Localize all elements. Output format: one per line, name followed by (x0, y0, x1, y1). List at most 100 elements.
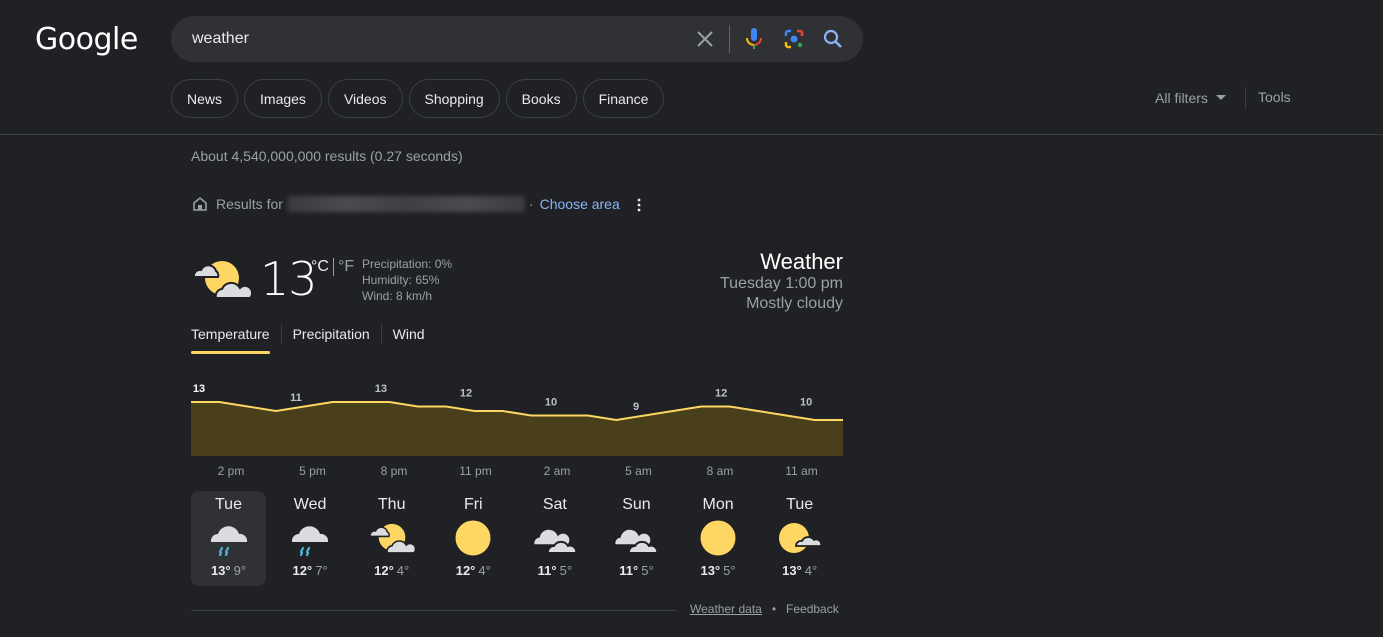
weather-data-link[interactable]: Weather data (690, 602, 762, 616)
sunny-icon (449, 516, 497, 560)
low-temp: 4° (478, 563, 491, 578)
day-name: Mon (702, 496, 734, 513)
low-temp: 4° (396, 563, 410, 578)
weather-condition: Mostly cloudy (746, 295, 843, 312)
precipitation-text: Precipitation: 0% (362, 257, 453, 271)
location-bar: Results for · Choose area (192, 196, 620, 212)
forecast-day[interactable]: Fri 12° 4° (436, 491, 511, 586)
tools-button[interactable]: Tools (1258, 89, 1291, 105)
tab-precipitation[interactable]: Precipitation (293, 326, 370, 351)
partly-cloudy-icon (192, 261, 252, 299)
weather-datetime: Tuesday 1:00 pm (719, 275, 843, 292)
location-separator: · (528, 196, 534, 212)
weather-header: Weather Tuesday 1:00 pm Mostly cloudy (720, 250, 843, 314)
forecast-day[interactable]: Sun 11° 5° (599, 491, 674, 586)
lens-icon[interactable] (782, 27, 806, 51)
temperature-chart[interactable]: 13 11 13 12 10 9 12 10 (191, 378, 843, 456)
high-temp: 13° (782, 563, 802, 578)
result-stats: About 4,540,000,000 results (0.27 second… (191, 148, 463, 164)
cloudy-icon (531, 516, 579, 560)
chart-tick-label: 2 pm (217, 464, 245, 478)
high-temp: 12° (292, 563, 313, 578)
choose-area-link[interactable]: Choose area (540, 196, 620, 212)
chip-books[interactable]: Books (505, 79, 577, 118)
chart-data-label: 12 (715, 388, 727, 400)
chip-images[interactable]: Images (244, 79, 322, 118)
header-divider (0, 134, 1383, 135)
chart-tick-label: 11 pm (459, 464, 492, 478)
home-icon (193, 196, 207, 211)
more-options-icon[interactable] (636, 198, 642, 212)
weather-footer: Weather data • Feedback (690, 602, 839, 616)
high-temp: 11° (537, 563, 557, 578)
chart-tick-label: 5 pm (299, 464, 326, 478)
search-icon[interactable] (821, 27, 845, 51)
forecast-day[interactable]: Wed 12° 7° (273, 491, 348, 586)
search-divider (729, 25, 730, 53)
sunny-icon (694, 516, 742, 560)
rain-icon (205, 516, 253, 560)
forecast-day[interactable]: Mon 13° 5° (681, 491, 756, 586)
chart-data-label: 13 (193, 383, 205, 395)
chart-data-label: 12 (460, 388, 472, 400)
low-temp: 7° (315, 563, 328, 578)
day-name: Sun (622, 496, 651, 513)
forecast-day[interactable]: Thu 12° 4° (354, 491, 429, 586)
high-temp: 12° (455, 563, 476, 578)
weather-details: Precipitation: 0% Humidity: 65% Wind: 8 … (362, 256, 452, 304)
chip-videos[interactable]: Videos (327, 79, 403, 118)
google-logo[interactable]: Google (35, 22, 138, 57)
footer-dot: • (771, 602, 777, 616)
high-temp: 12° (374, 563, 394, 578)
all-filters-button[interactable]: All filters (1155, 90, 1226, 106)
day-name: Fri (463, 496, 483, 513)
tab-separator (280, 324, 282, 344)
chip-shopping[interactable]: Shopping (408, 79, 500, 118)
humidity-text: Humidity: 65% (362, 273, 440, 287)
weather-title: Weather (760, 249, 843, 274)
unit-toggle: °C °F (311, 258, 354, 276)
current-temperature: 13 (260, 252, 318, 306)
chart-data-label: 13 (375, 383, 387, 395)
forecast-day[interactable]: Sat 11° 5° (517, 491, 592, 586)
chart-tick-label: 8 pm (380, 464, 408, 478)
fahrenheit-button[interactable]: °F (338, 258, 354, 276)
low-temp: 5° (559, 563, 573, 578)
high-temp: 13° (210, 563, 231, 578)
low-temp: 5° (641, 563, 654, 578)
day-name: Sat (542, 496, 567, 513)
wind-text: Wind: 8 km/h (362, 289, 433, 303)
chart-data-label: 9 (633, 401, 639, 413)
low-temp: 5° (723, 563, 736, 578)
celsius-button[interactable]: °C (311, 258, 329, 276)
clear-icon[interactable] (693, 27, 717, 51)
daily-forecast: Tue 13° 9° Wed 12° 7° Thu 12° 4° Fri 12° 4° … (191, 491, 844, 586)
chart-data-label: 11 (290, 392, 302, 404)
chart-tick-label: 2 am (543, 464, 571, 478)
high-temp: 13° (700, 563, 721, 578)
filters-divider (1245, 87, 1246, 109)
weather-tabs: Temperature Precipitation Wind (191, 324, 425, 354)
footer-divider (191, 610, 677, 611)
day-name: Wed (293, 496, 327, 513)
tab-wind[interactable]: Wind (393, 326, 425, 351)
mostly-sunny-icon (776, 516, 824, 560)
chart-data-label: 10 (545, 397, 557, 409)
caret-down-icon (1215, 95, 1226, 100)
low-temp: 9° (233, 563, 247, 578)
tab-temperature[interactable]: Temperature (191, 326, 270, 354)
search-box (171, 16, 863, 62)
microphone-icon[interactable] (742, 27, 766, 51)
feedback-link[interactable]: Feedback (786, 602, 839, 616)
chip-finance[interactable]: Finance (582, 79, 665, 118)
low-temp: 4° (804, 563, 818, 578)
partly-cloudy-icon (368, 516, 416, 560)
forecast-day[interactable]: Tue 13° 4° (762, 491, 837, 586)
chart-area (191, 402, 843, 456)
forecast-day[interactable]: Tue 13° 9° (191, 491, 266, 586)
high-temp: 11° (619, 563, 639, 578)
chip-news[interactable]: News (171, 79, 239, 118)
search-input[interactable] (192, 28, 672, 50)
day-name: Tue (786, 496, 814, 513)
day-name: Thu (377, 496, 406, 513)
